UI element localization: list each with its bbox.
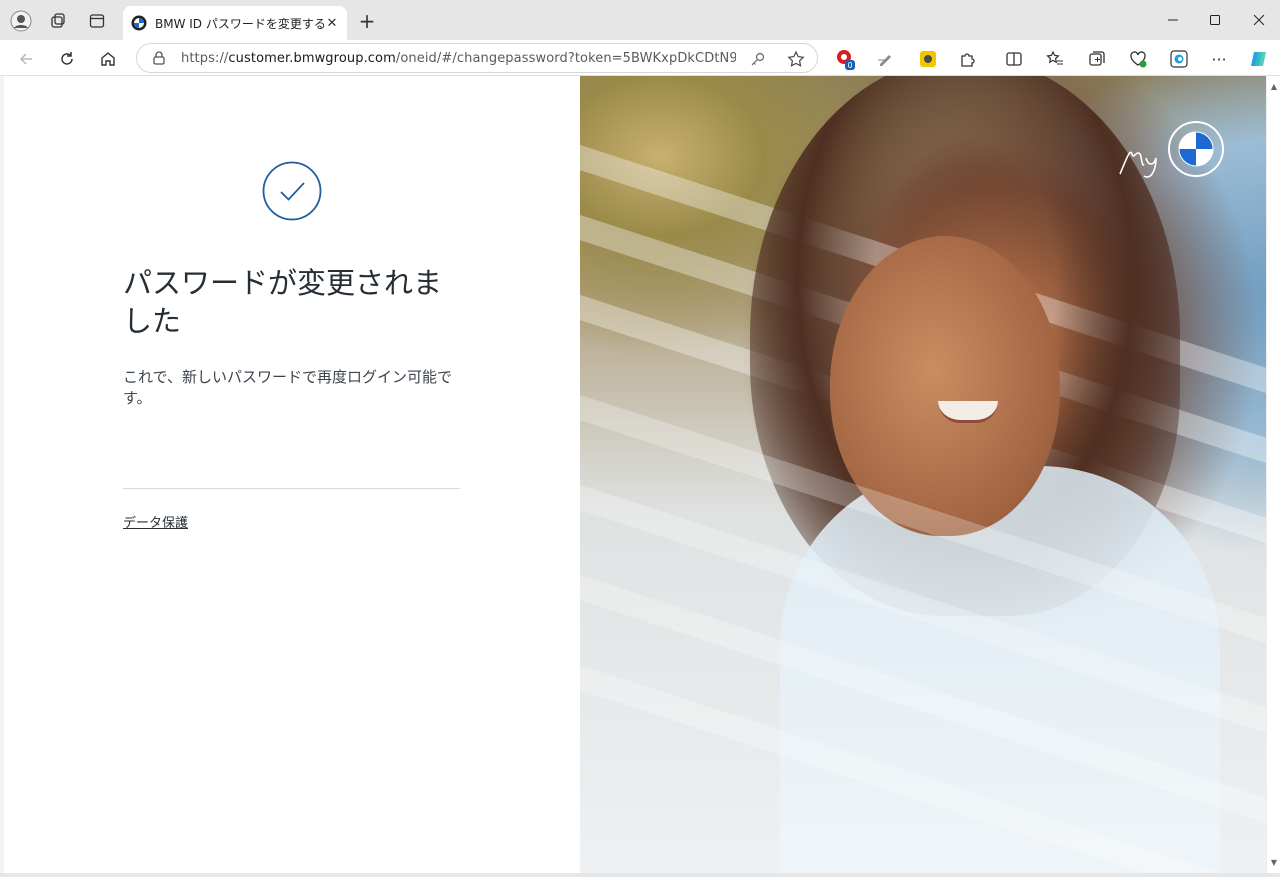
web-page: パスワードが変更されました これで、新しいパスワードで再度ログイン可能です。 デ… [4, 76, 1266, 873]
back-icon[interactable] [13, 46, 39, 72]
content-panel: パスワードが変更されました これで、新しいパスワードで再度ログイン可能です。 デ… [4, 76, 580, 873]
refresh-icon[interactable] [54, 46, 80, 72]
tab-actions-icon[interactable] [84, 8, 110, 34]
performance-icon[interactable] [1127, 48, 1149, 70]
divider [123, 488, 460, 489]
scroll-down-icon[interactable]: ▼ [1270, 858, 1278, 867]
url-field[interactable]: https://customer.bmwgroup.com/oneid/#/ch… [136, 43, 818, 73]
split-screen-icon[interactable] [1003, 48, 1025, 70]
favorite-star-icon[interactable] [787, 50, 805, 68]
checkmark-circle-icon [262, 161, 322, 221]
maximize-icon[interactable] [1200, 8, 1230, 32]
copilot-icon[interactable] [1248, 48, 1270, 70]
puzzle-icon[interactable] [957, 48, 979, 70]
data-protection-link[interactable]: データ保護 [123, 512, 188, 531]
close-icon[interactable]: ✕ [323, 14, 341, 32]
pen-extension-icon[interactable] [875, 48, 897, 70]
svg-text:0: 0 [847, 61, 852, 70]
hero-image [580, 76, 1266, 873]
profile-icon[interactable] [8, 8, 34, 34]
minimize-icon[interactable] [1158, 8, 1188, 32]
window-frame-bottom [0, 873, 1280, 877]
bmw-favicon [131, 15, 147, 31]
active-tab[interactable]: BMW ID パスワードを変更する ✕ [123, 6, 347, 40]
address-toolbar: https://customer.bmwgroup.com/oneid/#/ch… [0, 40, 1280, 76]
collections-add-icon[interactable] [1086, 48, 1108, 70]
key-icon[interactable] [749, 50, 767, 68]
url-text[interactable]: https://customer.bmwgroup.com/oneid/#/ch… [181, 51, 736, 66]
yellow-extension-icon[interactable] [917, 48, 939, 70]
description-text: これで、新しいパスワードで再度ログイン可能です。 [123, 368, 452, 407]
new-tab-icon[interactable]: + [356, 9, 378, 33]
scroll-up-icon[interactable]: ▲ [1270, 82, 1278, 91]
favorites-icon[interactable] [1044, 48, 1066, 70]
tab-title: BMW ID パスワードを変更する [155, 16, 325, 31]
collections-icon[interactable] [45, 8, 71, 34]
home-icon[interactable] [95, 46, 121, 72]
lock-icon[interactable] [151, 50, 167, 66]
my-bmw-logo [1119, 121, 1224, 178]
edge-drop-icon[interactable] [1168, 48, 1190, 70]
extension-icon[interactable]: 0 [834, 48, 856, 70]
close-window-icon[interactable] [1244, 8, 1274, 32]
scrollbar[interactable]: ▲ ▼ [1266, 76, 1280, 873]
more-icon[interactable]: ··· [1208, 48, 1230, 70]
tab-bar: BMW ID パスワードを変更する ✕ + [0, 0, 1280, 40]
page-title: パスワードが変更されました [123, 266, 443, 338]
